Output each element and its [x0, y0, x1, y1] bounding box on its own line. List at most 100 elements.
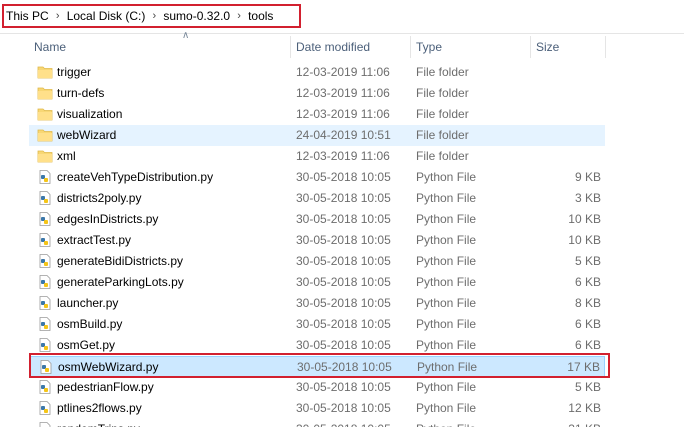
column-name-label: Name	[34, 40, 67, 54]
breadcrumb-sumo-folder[interactable]: sumo-0.32.0	[163, 9, 230, 23]
file-type: Python File	[416, 254, 477, 268]
file-date-modified: 12-03-2019 11:06	[296, 107, 390, 121]
breadcrumb-this-pc[interactable]: This PC	[6, 9, 49, 23]
file-type: Python File	[416, 419, 476, 427]
file-type: Python File	[416, 212, 477, 226]
file-size: 10 KB	[568, 212, 601, 226]
folder-icon	[37, 87, 53, 100]
chevron-right-icon[interactable]: ›	[49, 10, 67, 22]
python-file-icon	[39, 170, 51, 184]
python-file-icon	[39, 275, 51, 289]
file-name: webWizard	[57, 128, 117, 142]
chevron-right-icon[interactable]: ›	[230, 10, 248, 22]
file-date-modified: 30-05-2018 10:05	[296, 401, 391, 415]
file-date-modified: 30-05-2018 10:05	[296, 380, 391, 394]
file-type: Python File	[416, 170, 477, 184]
address-bar[interactable]: This PC › Local Disk (C:) › sumo-0.32.0 …	[0, 0, 684, 34]
column-header-size[interactable]: Size	[531, 34, 605, 60]
folder-row[interactable]: xml 12-03-2019 11:06 File folder	[29, 146, 605, 167]
file-type: File folder	[416, 107, 469, 121]
folder-row[interactable]: trigger 12-03-2019 11:06 File folder	[29, 62, 605, 83]
python-file-icon	[39, 233, 51, 247]
file-size: 5 KB	[574, 380, 601, 394]
file-name: ptlines2flows.py	[57, 401, 142, 415]
file-name: launcher.py	[57, 296, 119, 310]
breadcrumb-tools[interactable]: tools	[248, 9, 273, 23]
python-file-icon	[39, 317, 51, 331]
file-date-modified: 30-05-2018 10:05	[296, 419, 391, 427]
file-row[interactable]: pedestrianFlow.py 30-05-2018 10:05 Python …	[29, 377, 605, 398]
file-size: 10 KB	[568, 233, 601, 247]
column-type-label: Type	[416, 40, 443, 54]
folder-row[interactable]: webWizard 24-04-2019 10:51 File folder	[29, 125, 605, 146]
file-name: edgesInDistricts.py	[57, 212, 159, 226]
file-type: Python File	[416, 296, 477, 310]
file-date-modified: 12-03-2019 11:06	[296, 149, 390, 163]
file-row[interactable]: randomTrips.py 30-05-2018 10:05 Python Fil…	[29, 419, 605, 427]
python-file-icon	[39, 401, 51, 415]
file-size: 5 KB	[574, 254, 601, 268]
breadcrumb-local-disk[interactable]: Local Disk (C:)	[67, 9, 146, 23]
file-name: visualization	[57, 107, 123, 121]
column-date-label: Date modified	[296, 40, 371, 54]
file-name: generateParkingLots.py	[57, 275, 184, 289]
file-date-modified: 30-05-2018 10:05	[296, 254, 391, 268]
column-header-type[interactable]: Type	[411, 34, 530, 60]
file-date-modified: 30-05-2018 10:05	[296, 317, 391, 331]
file-size: 8 KB	[574, 296, 601, 310]
file-row[interactable]: createVehTypeDistribution.py 30-05-2018 1…	[29, 167, 605, 188]
file-date-modified: 30-05-2018 10:05	[296, 233, 391, 247]
folder-row[interactable]: visualization 12-03-2019 11:06 File folder	[29, 104, 605, 125]
file-date-modified: 30-05-2018 10:05	[296, 212, 391, 226]
column-header-name[interactable]: Name ∧	[29, 31, 290, 60]
file-size: 9 KB	[574, 170, 601, 184]
file-type: File folder	[416, 86, 469, 100]
chevron-right-icon[interactable]: ›	[145, 10, 163, 22]
file-size: 3 KB	[574, 191, 601, 205]
file-row[interactable]: extractTest.py 30-05-2018 10:05 Python Fil…	[29, 230, 605, 251]
file-type: Python File	[416, 275, 477, 289]
file-row[interactable]: edgesInDistricts.py 30-05-2018 10:05 Pytho…	[29, 209, 605, 230]
file-size: 12 KB	[568, 401, 601, 415]
file-date-modified: 12-03-2019 11:06	[296, 86, 390, 100]
column-header-date[interactable]: Date modified	[291, 34, 410, 60]
vertical-scrollbar[interactable]	[0, 34, 16, 427]
python-file-icon	[39, 296, 51, 310]
python-file-icon	[39, 380, 51, 394]
folder-icon	[37, 150, 53, 163]
file-type: Python File	[416, 191, 477, 205]
folder-row[interactable]: turn-defs 12-03-2019 11:06 File folder	[29, 83, 605, 104]
folder-icon	[37, 66, 53, 79]
column-size-label: Size	[536, 40, 560, 54]
file-row[interactable]: districts2poly.py 30-05-2018 10:05 Python …	[29, 188, 605, 209]
file-name: createVehTypeDistribution.py	[57, 170, 214, 184]
file-name: generateBidiDistricts.py	[57, 254, 184, 268]
file-name: trigger	[57, 65, 92, 79]
folder-icon	[37, 129, 53, 142]
file-name: extractTest.py	[57, 233, 132, 247]
file-type: File folder	[416, 65, 469, 79]
file-row[interactable]: osmBuild.py 30-05-2018 10:05 Python File 6 …	[29, 314, 605, 335]
python-file-icon	[39, 338, 51, 352]
column-divider[interactable]	[605, 36, 606, 58]
python-file-icon	[39, 191, 51, 205]
file-date-modified: 30-05-2018 10:05	[296, 275, 391, 289]
file-date-modified: 30-05-2018 10:05	[296, 170, 391, 184]
file-row[interactable]: ptlines2flows.py 30-05-2018 10:05 Python F…	[29, 398, 605, 419]
file-date-modified: 12-03-2019 11:06	[296, 65, 390, 79]
file-name: osmBuild.py	[57, 317, 123, 331]
file-name: districts2poly.py	[57, 191, 142, 205]
file-name: turn-defs	[57, 86, 105, 100]
file-type: Python File	[416, 380, 477, 394]
annotation-highlight-box	[29, 353, 610, 378]
file-date-modified: 30-05-2018 10:05	[296, 191, 391, 205]
file-row[interactable]: generateParkingLots.py 30-05-2018 10:05 Py…	[29, 272, 605, 293]
folder-icon	[37, 108, 53, 121]
file-type: Python File	[416, 233, 477, 247]
file-row[interactable]: generateBidiDistricts.py 30-05-2018 10:05…	[29, 251, 605, 272]
file-row[interactable]: launcher.py 30-05-2018 10:05 Python File 8 …	[29, 293, 605, 314]
file-type: Python File	[416, 401, 477, 415]
file-size: 6 KB	[574, 275, 601, 289]
file-date-modified: 24-04-2019 10:51	[296, 128, 391, 142]
file-type: File folder	[416, 149, 469, 163]
